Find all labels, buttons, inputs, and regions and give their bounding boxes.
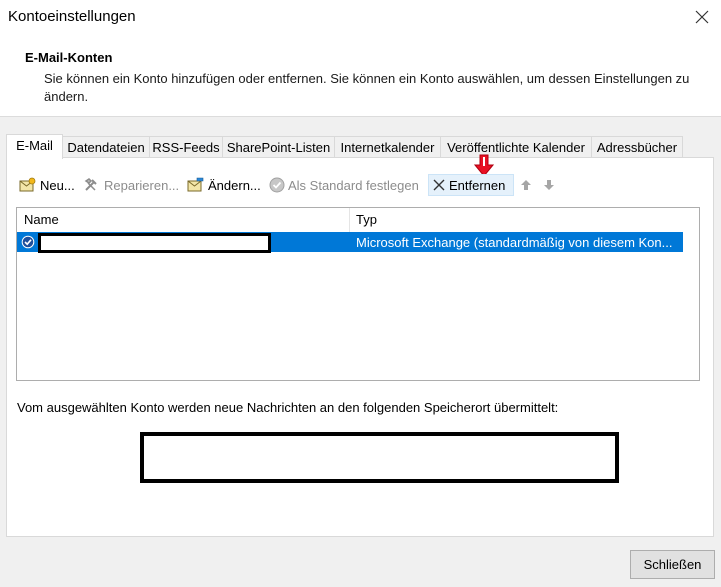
tab-published-calendars[interactable]: Veröffentlichte Kalender bbox=[440, 136, 592, 157]
close-window-button[interactable] bbox=[689, 4, 715, 30]
list-header: Name Typ bbox=[17, 208, 683, 233]
repair-label: Reparieren... bbox=[104, 177, 180, 193]
arrow-down-icon bbox=[544, 180, 554, 190]
tab-sharepoint-lists[interactable]: SharePoint-Listen bbox=[222, 136, 335, 157]
set-default-label: Als Standard festlegen bbox=[288, 177, 419, 193]
title-bar: Kontoeinstellungen bbox=[0, 0, 721, 34]
change-button[interactable]: Ändern... bbox=[184, 174, 264, 196]
delivery-location-label: Vom ausgewählten Konto werden neue Nachr… bbox=[17, 400, 559, 415]
section-description: Sie können ein Konto hinzufügen oder ent… bbox=[44, 71, 690, 104]
set-default-button[interactable]: Als Standard festlegen bbox=[266, 174, 422, 196]
window-title: Kontoeinstellungen bbox=[8, 8, 136, 25]
new-button[interactable]: Neu... bbox=[16, 174, 78, 196]
tab-data-files[interactable]: Datendateien bbox=[62, 136, 150, 157]
account-row[interactable]: Microsoft Exchange (standardmäßig von di… bbox=[17, 232, 683, 253]
account-list[interactable]: Name Typ Microsoft Exchange (standardmäß… bbox=[16, 207, 700, 381]
repair-button[interactable]: Reparieren... bbox=[80, 174, 182, 196]
remove-x-icon bbox=[433, 179, 445, 191]
account-type: Microsoft Exchange (standardmäßig von di… bbox=[356, 235, 673, 250]
change-label: Ändern... bbox=[208, 177, 261, 193]
arrow-up-icon bbox=[521, 180, 531, 190]
remove-label: Entfernen bbox=[449, 177, 506, 193]
close-button[interactable]: Schließen bbox=[630, 550, 715, 579]
section-title: E-Mail-Konten bbox=[25, 50, 113, 65]
move-down-button[interactable] bbox=[540, 174, 558, 196]
tab-email[interactable]: E-Mail bbox=[6, 134, 63, 159]
move-up-button[interactable] bbox=[517, 174, 535, 196]
new-label: Neu... bbox=[40, 177, 75, 193]
column-header-name[interactable]: Name bbox=[24, 212, 59, 227]
redacted-account-name bbox=[38, 233, 271, 253]
remove-button[interactable]: Entfernen bbox=[428, 174, 514, 196]
close-icon bbox=[695, 10, 709, 24]
column-separator[interactable] bbox=[349, 208, 350, 232]
column-header-type[interactable]: Typ bbox=[356, 212, 377, 227]
check-circle-icon bbox=[269, 177, 285, 193]
tab-internet-calendars[interactable]: Internetkalender bbox=[334, 136, 441, 157]
repair-tools-icon bbox=[84, 178, 97, 191]
change-account-icon bbox=[187, 177, 204, 192]
default-account-icon bbox=[21, 235, 35, 249]
header-section: E-Mail-Konten Sie können ein Konto hinzu… bbox=[0, 34, 721, 117]
new-account-icon bbox=[19, 177, 36, 192]
tab-rss-feeds[interactable]: RSS-Feeds bbox=[149, 136, 223, 157]
tab-address-books[interactable]: Adressbücher bbox=[591, 136, 683, 157]
redacted-delivery-location bbox=[140, 432, 619, 483]
